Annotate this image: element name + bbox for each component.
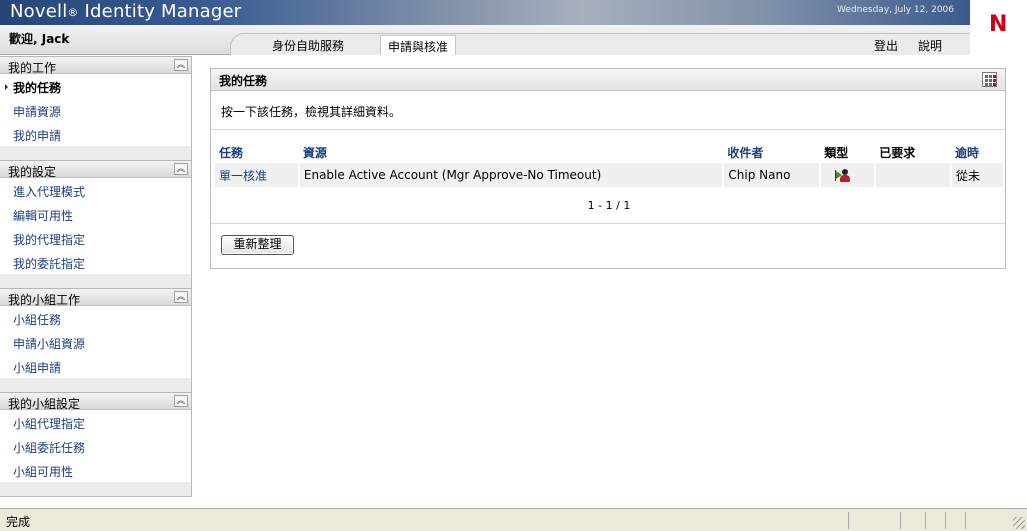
status-divider bbox=[945, 512, 946, 529]
panel-header: 我的任務 bbox=[211, 69, 1005, 91]
sidebar-item-enter-proxy-mode[interactable]: 進入代理模式 bbox=[0, 178, 191, 202]
column-header-recipient[interactable]: 收件者 bbox=[723, 141, 820, 163]
tab-identity-self-service[interactable]: 身份自助服務 bbox=[272, 37, 344, 54]
sidebar-group-header[interactable]: 我的小組設定 ︽ bbox=[0, 392, 191, 411]
task-name-link[interactable]: 單一核准 bbox=[215, 163, 300, 187]
sidebar-group-body: 我的任務 申請資源 我的申請 bbox=[0, 74, 191, 146]
sidebar-group-title: 我的小組工作 bbox=[8, 293, 81, 307]
sidebar-group-body: 進入代理模式 編輯可用性 我的代理指定 我的委託指定 bbox=[0, 178, 191, 274]
sidebar-group-team-settings: 我的小組設定 ︽ 小組代理指定 小組委託任務 小組可用性 bbox=[0, 392, 191, 482]
refresh-button[interactable]: 重新整理 bbox=[221, 235, 294, 255]
divider bbox=[211, 223, 1005, 224]
column-header-timeout[interactable]: 逾時 bbox=[951, 141, 1004, 163]
column-header-requested: 已要求 bbox=[879, 145, 916, 160]
sidebar-item-my-requests[interactable]: 我的申請 bbox=[0, 122, 191, 146]
sidebar: 我的工作 ︽ 我的任務 申請資源 我的申請 我的設定 ︽ 進入代理模式 編輯可用… bbox=[0, 56, 192, 497]
resize-grip-icon[interactable] bbox=[1013, 517, 1025, 529]
status-text: 完成 bbox=[6, 515, 31, 529]
column-header-resource[interactable]: 資源 bbox=[299, 141, 724, 163]
table-row[interactable]: 單一核准 Enable Active Account (Mgr Approve-… bbox=[215, 163, 1005, 187]
collapse-icon[interactable]: ︽ bbox=[174, 291, 188, 303]
collapse-icon[interactable]: ︽ bbox=[174, 163, 188, 175]
divider bbox=[211, 129, 1005, 130]
sidebar-item-team-requests[interactable]: 小組申請 bbox=[0, 354, 191, 378]
product-name: Identity Manager bbox=[78, 1, 242, 22]
sidebar-item-request-team-resources[interactable]: 申請小組資源 bbox=[0, 330, 191, 354]
collapse-icon[interactable]: ︽ bbox=[174, 395, 188, 407]
panel-title: 我的任務 bbox=[219, 74, 268, 88]
sidebar-item-my-proxy-assignments[interactable]: 我的代理指定 bbox=[0, 226, 191, 250]
logout-link[interactable]: 登出 bbox=[874, 37, 898, 54]
sidebar-group-title: 我的設定 bbox=[8, 165, 57, 179]
sidebar-group-my-work: 我的工作 ︽ 我的任務 申請資源 我的申請 bbox=[0, 56, 191, 146]
status-divider bbox=[900, 512, 901, 529]
sidebar-item-request-resources[interactable]: 申請資源 bbox=[0, 98, 191, 122]
customize-icon[interactable] bbox=[982, 72, 997, 87]
novell-logo-icon: N bbox=[989, 12, 1008, 37]
sidebar-item-team-availability[interactable]: 小組可用性 bbox=[0, 458, 191, 482]
requested-cell bbox=[875, 163, 953, 187]
status-divider bbox=[965, 512, 966, 529]
sidebar-item-team-delegate-tasks[interactable]: 小組委託任務 bbox=[0, 434, 191, 458]
column-header-task[interactable]: 任務 bbox=[215, 141, 299, 163]
help-link[interactable]: 說明 bbox=[918, 37, 942, 54]
sidebar-item-edit-availability[interactable]: 編輯可用性 bbox=[0, 202, 191, 226]
sidebar-group-title: 我的小組設定 bbox=[8, 397, 81, 411]
sidebar-group-body: 小組任務 申請小組資源 小組申請 bbox=[0, 306, 191, 378]
sidebar-item-my-delegate-assignments[interactable]: 我的委託指定 bbox=[0, 250, 191, 274]
column-header-type: 類型 bbox=[824, 145, 849, 160]
app-header: Novell® Identity Manager Wednesday, July… bbox=[0, 0, 1027, 55]
pagination-info: 1 - 1 / 1 bbox=[587, 199, 631, 212]
tab-requests-approvals[interactable]: 申請與核准 bbox=[380, 35, 456, 55]
status-divider bbox=[925, 512, 926, 529]
recipient-cell: Chip Nano bbox=[723, 163, 822, 187]
my-tasks-panel: 我的任務 按一下該任務，檢視其詳細資料。 任務 資源 收件者 類型 已要求 逾時… bbox=[210, 68, 1006, 269]
sidebar-group-my-settings: 我的設定 ︽ 進入代理模式 編輯可用性 我的代理指定 我的委託指定 bbox=[0, 160, 191, 274]
task-list-table: 任務 資源 收件者 類型 已要求 逾時 單一核准 Enable Active A… bbox=[215, 141, 1005, 187]
sidebar-group-header[interactable]: 我的小組工作 ︽ bbox=[0, 288, 191, 307]
sidebar-item-my-tasks[interactable]: 我的任務 bbox=[0, 74, 191, 98]
status-divider bbox=[848, 512, 849, 529]
registered-mark: ® bbox=[67, 6, 79, 19]
sidebar-group-body: 小組代理指定 小組委託任務 小組可用性 bbox=[0, 410, 191, 482]
instructions-text: 按一下該任務，檢視其詳細資料。 bbox=[221, 105, 402, 119]
browser-status-bar: 完成 bbox=[0, 508, 1027, 531]
sidebar-group-team-work: 我的小組工作 ︽ 小組任務 申請小組資源 小組申請 bbox=[0, 288, 191, 378]
resource-cell: Enable Active Account (Mgr Approve-No Ti… bbox=[298, 163, 725, 187]
user-approval-icon bbox=[835, 167, 851, 183]
welcome-message: 歡迎, Jack bbox=[9, 32, 70, 46]
sidebar-group-header[interactable]: 我的工作 ︽ bbox=[0, 56, 191, 75]
table-header-row: 任務 資源 收件者 類型 已要求 逾時 bbox=[215, 141, 1004, 163]
sidebar-item-team-tasks[interactable]: 小組任務 bbox=[0, 306, 191, 330]
collapse-icon[interactable]: ︽ bbox=[174, 59, 188, 71]
brand-name: Novell bbox=[10, 1, 68, 22]
timeout-cell: 從未 bbox=[951, 163, 1005, 187]
type-cell bbox=[820, 163, 877, 187]
current-date: Wednesday, July 12, 2006 bbox=[837, 5, 954, 15]
sidebar-group-header[interactable]: 我的設定 ︽ bbox=[0, 160, 191, 179]
brand-bar: Novell® Identity Manager Wednesday, July… bbox=[0, 0, 970, 25]
sidebar-item-team-proxy-assignments[interactable]: 小組代理指定 bbox=[0, 410, 191, 434]
product-title: Novell® Identity Manager bbox=[10, 1, 241, 22]
